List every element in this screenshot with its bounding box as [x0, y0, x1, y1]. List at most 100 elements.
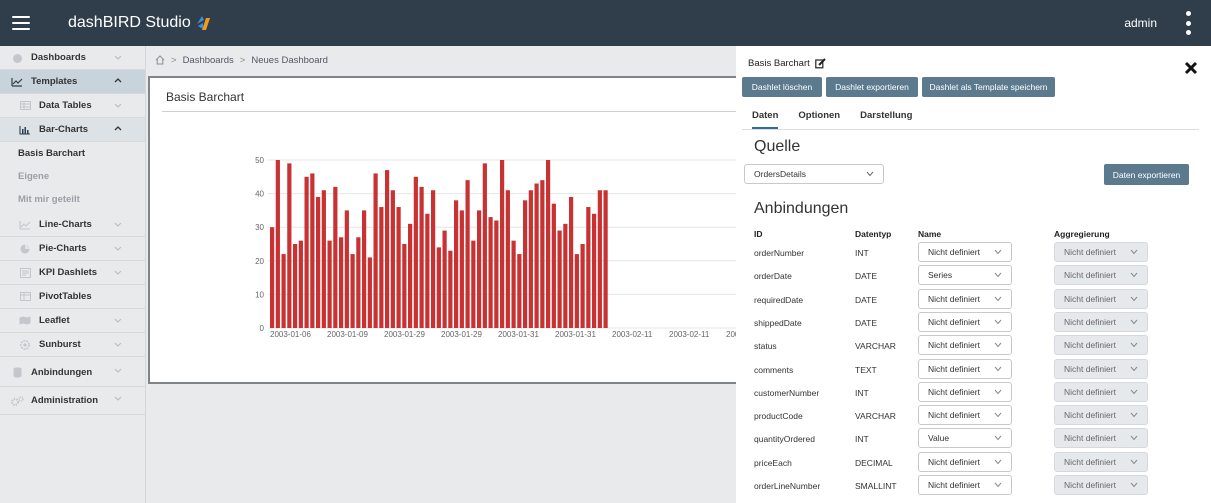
bar[interactable]: [275, 160, 280, 328]
home-icon[interactable]: [155, 55, 165, 65]
bar[interactable]: [557, 230, 562, 328]
bar[interactable]: [505, 190, 510, 328]
name-select[interactable]: Nicht definiert: [918, 288, 1012, 309]
bar[interactable]: [425, 213, 430, 328]
aggregation-select[interactable]: Nicht definiert: [1054, 288, 1148, 309]
name-select[interactable]: Nicht definiert: [918, 381, 1012, 402]
more-vertical-icon[interactable]: [1185, 11, 1191, 35]
bar[interactable]: [551, 203, 556, 328]
name-select[interactable]: Series: [918, 265, 1012, 286]
sidebar-item-leaflet[interactable]: Leaflet: [0, 309, 145, 333]
bar[interactable]: [385, 170, 390, 328]
sidebar-item-kpi-dashlets[interactable]: KPI Dashlets: [0, 261, 145, 285]
bar[interactable]: [419, 186, 424, 328]
sidebar-item-mit-mir-geteilt[interactable]: Mit mir geteilt: [0, 188, 145, 211]
name-select[interactable]: Nicht definiert: [918, 405, 1012, 426]
bar[interactable]: [390, 190, 395, 328]
aggregation-select[interactable]: Nicht definiert: [1054, 358, 1148, 379]
bar[interactable]: [471, 240, 476, 328]
bar[interactable]: [362, 210, 367, 328]
bar[interactable]: [597, 190, 602, 328]
name-select[interactable]: Nicht definiert: [918, 311, 1012, 332]
bar[interactable]: [396, 207, 401, 328]
name-select[interactable]: Nicht definiert: [918, 451, 1012, 472]
bar[interactable]: [431, 190, 436, 328]
aggregation-select[interactable]: Nicht definiert: [1054, 335, 1148, 356]
bar[interactable]: [603, 190, 608, 328]
aggregation-select[interactable]: Nicht definiert: [1054, 242, 1148, 262]
sidebar-item-anbindungen[interactable]: Anbindungen: [0, 359, 145, 387]
sidebar-item-eigene[interactable]: Eigene: [0, 165, 145, 188]
bar[interactable]: [488, 217, 493, 328]
bar[interactable]: [494, 220, 499, 328]
sidebar-item-sunburst[interactable]: Sunburst: [0, 333, 145, 357]
aggregation-select[interactable]: Nicht definiert: [1054, 405, 1148, 426]
bar[interactable]: [592, 213, 597, 328]
bar[interactable]: [304, 176, 309, 328]
bar[interactable]: [534, 183, 539, 328]
bar[interactable]: [459, 210, 464, 328]
close-icon[interactable]: [1184, 61, 1198, 75]
bar[interactable]: [436, 247, 441, 328]
sidebar-item-line-charts[interactable]: Line-Charts: [0, 213, 145, 237]
sidebar-item-pie-charts[interactable]: Pie-Charts: [0, 237, 145, 261]
bar[interactable]: [511, 240, 516, 328]
bar[interactable]: [454, 200, 459, 328]
aggregation-select[interactable]: Nicht definiert: [1054, 428, 1148, 449]
bar[interactable]: [448, 250, 453, 328]
bar[interactable]: [586, 207, 591, 328]
bar[interactable]: [517, 254, 522, 328]
tab-darstellung[interactable]: Darstellung: [860, 110, 912, 129]
bar[interactable]: [310, 173, 315, 328]
sidebar-item-dashboards[interactable]: Dashboards: [0, 46, 145, 70]
bar[interactable]: [580, 244, 585, 328]
export-data-button[interactable]: Daten exportieren: [1104, 164, 1189, 185]
bar[interactable]: [442, 230, 447, 328]
save-as-template-button[interactable]: Dashlet als Template speichern: [922, 77, 1055, 97]
bar[interactable]: [287, 163, 292, 328]
tab-daten[interactable]: Daten: [752, 110, 779, 129]
bar[interactable]: [413, 176, 418, 328]
bar[interactable]: [344, 210, 349, 328]
name-select[interactable]: Nicht definiert: [918, 335, 1012, 356]
bar[interactable]: [281, 254, 286, 328]
name-select[interactable]: Nicht definiert: [918, 475, 1012, 495]
bar[interactable]: [327, 240, 332, 328]
bar[interactable]: [293, 244, 298, 328]
sidebar-item-administration[interactable]: Administration: [0, 387, 145, 415]
bar[interactable]: [465, 180, 470, 328]
bar[interactable]: [482, 163, 487, 328]
menu-icon[interactable]: [12, 16, 30, 30]
bar[interactable]: [523, 200, 528, 328]
aggregation-select[interactable]: Nicht definiert: [1054, 311, 1148, 332]
edit-icon[interactable]: [814, 58, 826, 69]
bar[interactable]: [540, 180, 545, 328]
sidebar-item-pivottables[interactable]: PivotTables: [0, 285, 145, 309]
sidebar-item-templates[interactable]: Templates: [0, 70, 145, 94]
bar[interactable]: [356, 237, 361, 328]
dashlet-card[interactable]: Basis Barchart 0 10 20 30 40 50 2003-01-06 2003…: [148, 76, 738, 384]
bar[interactable]: [379, 207, 384, 328]
bar[interactable]: [477, 210, 482, 328]
bar[interactable]: [408, 223, 413, 328]
bar[interactable]: [298, 240, 303, 328]
bar[interactable]: [333, 186, 338, 328]
source-select[interactable]: OrdersDetails: [744, 164, 884, 184]
sidebar-item-bar-charts[interactable]: Bar-Charts: [0, 118, 145, 142]
sidebar-item-basis-barchart[interactable]: Basis Barchart: [0, 142, 145, 165]
bar[interactable]: [569, 196, 574, 328]
user-menu[interactable]: admin: [1124, 16, 1157, 30]
bar[interactable]: [350, 254, 355, 328]
bar[interactable]: [339, 237, 344, 328]
bar[interactable]: [546, 160, 551, 328]
bar[interactable]: [500, 160, 505, 328]
aggregation-select[interactable]: Nicht definiert: [1054, 381, 1148, 402]
export-dashlet-button[interactable]: Dashlet exportieren: [826, 77, 918, 97]
aggregation-select[interactable]: Nicht definiert: [1054, 475, 1148, 495]
name-select[interactable]: Nicht definiert: [918, 358, 1012, 379]
bar[interactable]: [574, 254, 579, 328]
bar[interactable]: [373, 173, 378, 328]
name-select[interactable]: Value: [918, 428, 1012, 449]
bar[interactable]: [528, 190, 533, 328]
tab-optionen[interactable]: Optionen: [798, 110, 840, 129]
